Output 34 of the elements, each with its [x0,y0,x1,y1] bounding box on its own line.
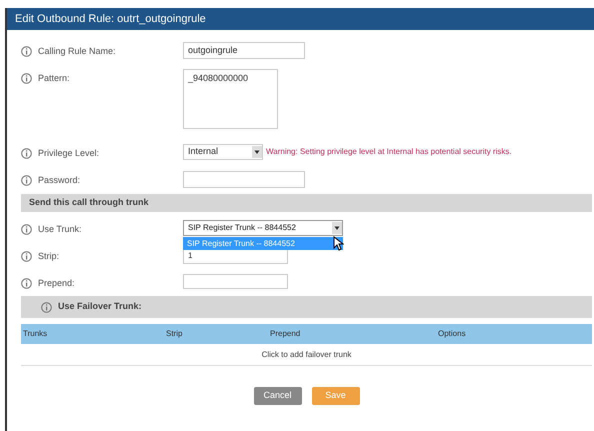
info-icon[interactable] [41,302,52,312]
field-label: Pattern: [38,72,70,85]
text-field[interactable] [183,171,305,188]
info-icon[interactable] [21,251,32,262]
text-field[interactable] [183,274,288,289]
warning-text: Warning: Setting privilege level at Internal has potential security risks. [266,146,512,158]
add-failover-link[interactable]: Click to add failover trunk [262,348,352,360]
section-title: Use Failover Trunk: [58,300,142,314]
info-icon[interactable] [21,175,32,186]
field-label: Calling Rule Name: [38,45,116,58]
field-label: Use Trunk: [38,223,82,236]
info-icon[interactable] [21,73,32,84]
info-icon[interactable] [21,148,32,160]
column-header: Strip [166,328,184,340]
field-label: Privilege Level: [38,147,100,160]
select-field[interactable]: SIP Register Trunk -- 8844552 [183,220,343,236]
select-value: SIP Register Trunk -- 8844552 [188,222,296,234]
info-icon[interactable] [21,46,32,58]
field-label: Password: [38,174,80,187]
info-icon[interactable] [21,224,32,236]
cursor-icon [333,236,344,251]
column-header: Prepend [270,328,302,340]
field-label: Strip: [38,250,60,263]
column-header: Options [438,328,467,340]
cancel-button[interactable]: Cancel [254,387,302,405]
text-field[interactable]: outgoingrule [183,42,305,59]
text-field[interactable]: 1 [183,247,288,264]
section-title: Send this call through trunk [29,196,149,210]
select-field[interactable]: Internal [183,144,263,160]
column-header: Trunks [23,328,48,340]
info-icon[interactable] [21,278,32,290]
field-label: Prepend: [38,277,75,290]
text-area[interactable]: _94080000000 [183,69,278,129]
window-title: Edit Outbound Rule: outrt_outgoingrule [15,12,206,27]
